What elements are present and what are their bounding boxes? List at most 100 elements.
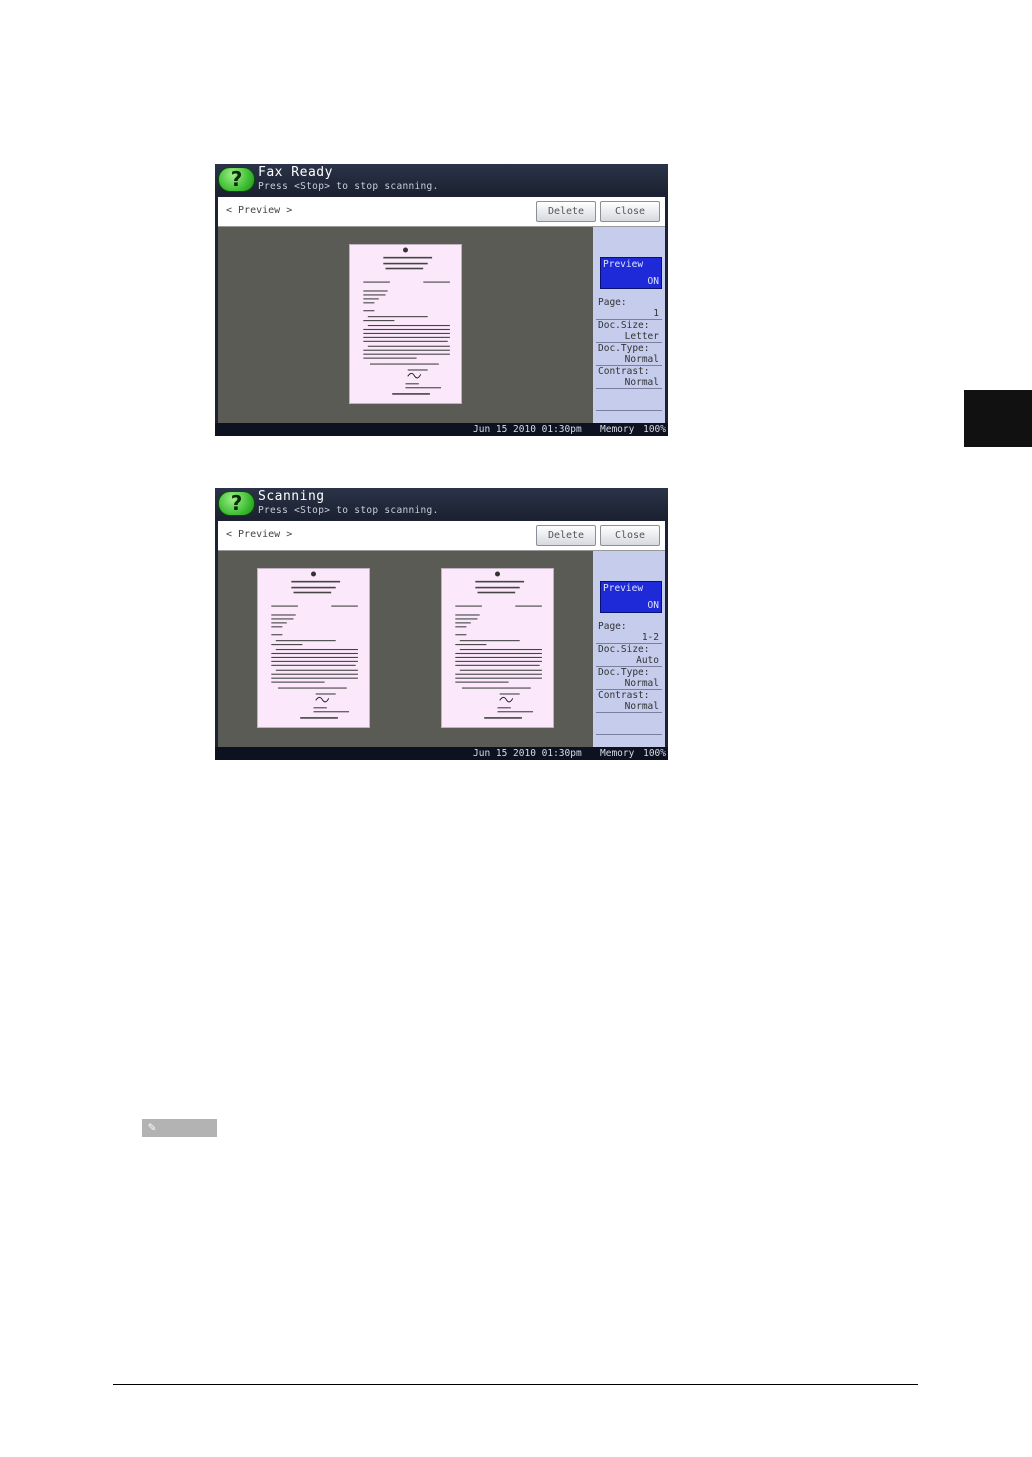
text-line xyxy=(459,669,542,671)
text-line xyxy=(271,618,294,620)
preview-toggle[interactable]: Preview ON xyxy=(600,581,662,613)
letterhead-logo xyxy=(403,247,408,253)
settings-panel: Preview ON Page: 1-2 Doc.Size: Auto Doc.… xyxy=(593,551,665,747)
signature xyxy=(499,696,514,703)
memory-label: Memory xyxy=(600,748,635,759)
page-label: Page: xyxy=(598,297,627,308)
text-line xyxy=(407,369,428,371)
text-line xyxy=(291,580,341,583)
text-line xyxy=(271,634,283,636)
close-button[interactable]: Close xyxy=(600,201,660,222)
contrast-value: Normal xyxy=(624,701,659,712)
text-line xyxy=(477,591,516,594)
text-line xyxy=(405,387,441,389)
text-line xyxy=(331,605,358,607)
document-thumbnail[interactable] xyxy=(441,568,554,728)
close-button[interactable]: Close xyxy=(600,525,660,546)
text-line xyxy=(392,393,430,395)
text-line xyxy=(459,640,520,642)
text-line xyxy=(291,586,336,589)
status-header: ? Scanning Press <Stop> to stop scanning… xyxy=(215,488,668,519)
document-thumbnail[interactable] xyxy=(257,568,370,728)
letterhead-logo xyxy=(311,571,316,577)
page-label: Page: xyxy=(598,621,627,632)
text-line xyxy=(455,622,471,624)
text-line xyxy=(455,652,542,655)
text-line xyxy=(271,652,358,655)
status-subtitle: Press <Stop> to stop scanning. xyxy=(258,505,439,516)
settings-panel: Preview ON Page: 1 Doc.Size: Letter Doc.… xyxy=(593,227,665,423)
divider xyxy=(596,712,662,713)
text-line xyxy=(455,614,480,616)
divider xyxy=(596,410,662,411)
text-line xyxy=(278,687,347,689)
preview-area xyxy=(218,551,593,747)
contrast-label: Contrast: xyxy=(598,690,650,701)
text-line xyxy=(271,626,283,628)
doc-size-label: Doc.Size: xyxy=(598,320,650,331)
status-title: Fax Ready xyxy=(258,165,333,180)
text-line xyxy=(475,586,520,589)
signature xyxy=(407,372,422,379)
preview-toggle[interactable]: Preview ON xyxy=(600,257,662,289)
delete-button[interactable]: Delete xyxy=(536,201,596,222)
text-line xyxy=(455,677,542,679)
document-thumbnail[interactable] xyxy=(349,244,462,404)
text-line xyxy=(455,656,542,658)
text-line xyxy=(363,294,386,296)
divider xyxy=(596,388,662,389)
letter-content xyxy=(363,247,450,395)
doc-type-label: Doc.Type: xyxy=(598,667,650,678)
text-line xyxy=(363,340,448,342)
text-line xyxy=(363,353,450,355)
question-mark-icon: ? xyxy=(230,167,243,191)
text-line xyxy=(271,605,298,607)
preview-heading: < Preview > xyxy=(226,529,293,540)
text-line xyxy=(313,711,349,713)
text-line xyxy=(370,363,439,365)
text-line xyxy=(455,660,542,662)
preview-toggle-label: Preview xyxy=(603,259,644,270)
preview-toggle-value: ON xyxy=(647,600,659,611)
text-line xyxy=(363,332,450,334)
text-line xyxy=(271,622,287,624)
text-line xyxy=(455,605,482,607)
letter-content xyxy=(271,571,358,719)
memory-label: Memory xyxy=(600,424,635,435)
text-line xyxy=(383,256,433,259)
text-line xyxy=(271,614,296,616)
preview-toggle-label: Preview xyxy=(603,583,644,594)
text-line xyxy=(300,717,338,719)
help-button[interactable]: ? xyxy=(218,491,255,516)
text-line xyxy=(455,673,542,675)
preview-toolbar: < Preview > Delete Close xyxy=(218,197,665,227)
contrast-label: Contrast: xyxy=(598,366,650,377)
text-line xyxy=(363,302,375,304)
letterhead-logo xyxy=(495,571,500,577)
text-line xyxy=(363,336,450,338)
doc-size-value: Letter xyxy=(624,331,659,342)
text-line xyxy=(271,664,356,666)
chapter-tab xyxy=(964,390,1032,447)
text-line xyxy=(455,664,540,666)
text-line xyxy=(484,717,522,719)
text-line xyxy=(315,693,336,695)
letter-content xyxy=(455,571,542,719)
delete-button[interactable]: Delete xyxy=(536,525,596,546)
date-time: Jun 15 2010 01:30pm xyxy=(473,748,582,759)
text-line xyxy=(455,681,509,683)
divider xyxy=(596,734,662,735)
status-title: Scanning xyxy=(258,489,325,504)
text-line xyxy=(455,618,478,620)
text-line xyxy=(313,707,327,709)
text-line xyxy=(363,298,379,300)
status-header: ? Fax Ready Press <Stop> to stop scannin… xyxy=(215,164,668,195)
memory-value: 100% xyxy=(643,424,666,435)
text-line xyxy=(499,693,520,695)
preview-toggle-value: ON xyxy=(647,276,659,287)
help-button[interactable]: ? xyxy=(218,167,255,192)
doc-size-label: Doc.Size: xyxy=(598,644,650,655)
text-line xyxy=(363,357,417,359)
text-line xyxy=(497,707,511,709)
text-line xyxy=(497,711,533,713)
